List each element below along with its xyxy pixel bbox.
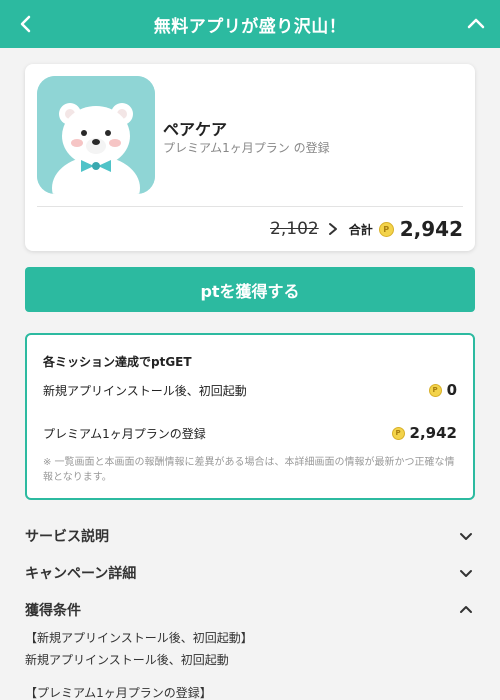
chevron-down-icon	[460, 570, 472, 577]
app-icon	[37, 76, 155, 194]
disclaimer-note: ※ 一覧画面と本画面の報酬情報に差異がある場合は、本詳細画面の情報が最新かつ正確…	[43, 457, 455, 483]
get-points-button[interactable]: ptを獲得する	[25, 267, 475, 312]
chevron-up-icon	[460, 606, 472, 613]
mission-points-value: 2,942	[409, 424, 457, 442]
mission-row: 新規アプリインストール後、初回起動 P 0	[43, 381, 457, 399]
price-row: 2,102 合計 P 2,942	[270, 216, 463, 242]
app-card: ペアケア プレミアム1ヶ月プラン の登録 2,102 合計 P 2,942	[25, 64, 475, 251]
back-chevron-icon[interactable]	[14, 12, 38, 36]
chevron-right-icon	[328, 223, 337, 235]
mission-title: 各ミッション達成でptGET	[43, 355, 192, 369]
section-label: 獲得条件	[25, 603, 81, 619]
section-campaign[interactable]: キャンペーン詳細	[25, 561, 475, 585]
page-title: 無料アプリが盛り沢山！	[153, 16, 347, 37]
divider	[37, 206, 463, 207]
section-label: キャンペーン詳細	[25, 566, 137, 582]
old-price: 2,102	[270, 219, 319, 239]
section-label: サービス説明	[25, 529, 109, 545]
point-coin-icon: P	[378, 221, 394, 237]
mission-label: 新規アプリインストール後、初回起動	[43, 383, 247, 398]
polar-bear-icon	[37, 76, 155, 194]
mission-points: P 2,942	[391, 424, 457, 442]
chevron-down-icon	[460, 533, 472, 540]
mission-box: 各ミッション達成でptGET 新規アプリインストール後、初回起動 P 0 プレミ…	[25, 333, 475, 500]
section-conditions[interactable]: 獲得条件	[25, 598, 475, 622]
condition-text: 新規アプリインストール後、初回起動	[25, 653, 229, 667]
mission-row: プレミアム1ヶ月プランの登録 P 2,942	[43, 424, 457, 442]
condition-heading: 【新規アプリインストール後、初回起動】	[25, 631, 253, 645]
section-service[interactable]: サービス説明	[25, 524, 475, 548]
total-label: 合計	[348, 222, 373, 237]
condition-heading: 【プレミアム1ヶ月プランの登録】	[25, 686, 212, 700]
point-coin-icon: P	[428, 383, 442, 397]
app-description: プレミアム1ヶ月プラン の登録	[163, 141, 330, 155]
app-name: ペアケア	[163, 120, 228, 139]
total-points: 2,942	[399, 217, 463, 241]
mission-points: P 0	[428, 381, 457, 399]
top-bar: 無料アプリが盛り沢山！	[0, 0, 500, 48]
point-coin-icon: P	[391, 426, 405, 440]
mission-label: プレミアム1ヶ月プランの登録	[43, 426, 206, 441]
mission-points-value: 0	[446, 381, 457, 399]
collapse-chevron-icon[interactable]	[464, 12, 488, 36]
